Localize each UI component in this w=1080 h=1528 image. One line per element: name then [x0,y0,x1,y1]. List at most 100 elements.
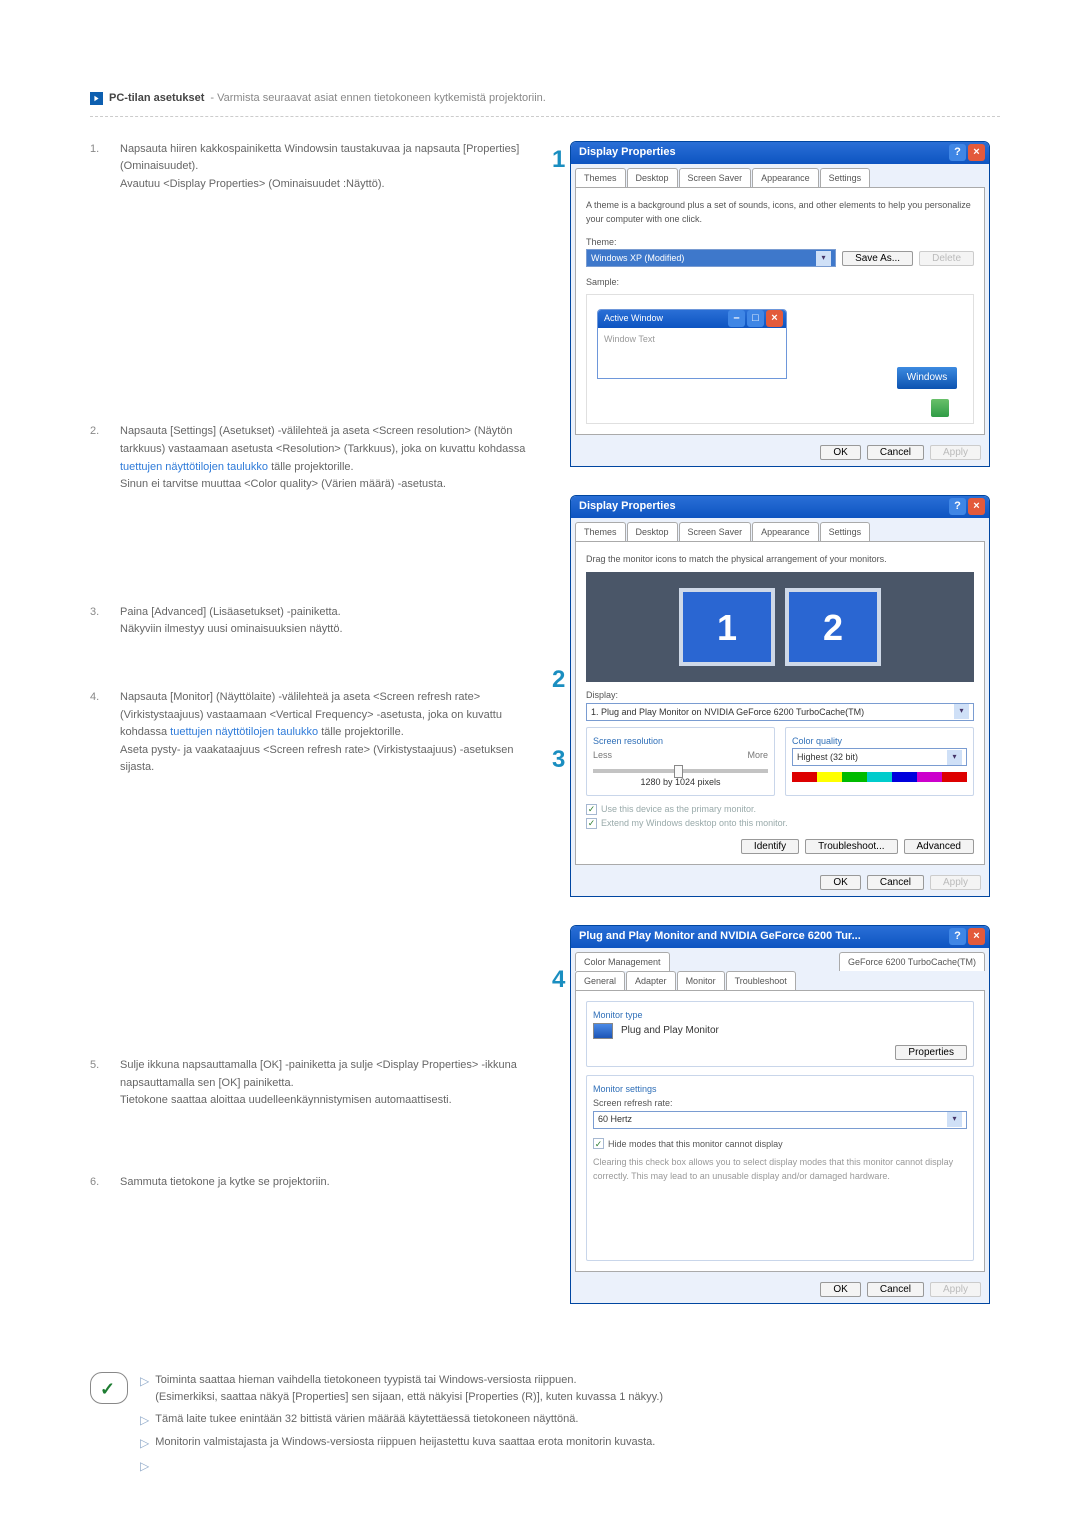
step-5: 5. Sulje ikkuna napsauttamalla [OK] -pai… [90,1057,550,1110]
tab-appearance[interactable]: Appearance [752,168,819,187]
ok-button[interactable]: OK [820,1282,860,1297]
tab-screensaver[interactable]: Screen Saver [679,168,752,187]
step-text: Avautuu <Display Properties> (Ominaisuud… [120,178,385,190]
help-icon[interactable]: ? [949,928,966,945]
maximize-icon: □ [747,310,764,327]
sample-label: Sample: [586,275,974,289]
bullet-icon: ▷ [140,1457,149,1476]
bullet-icon: ▷ [140,1372,149,1407]
help-icon[interactable]: ? [949,498,966,515]
resolution-slider[interactable] [593,769,768,773]
apply-button: Apply [930,875,981,890]
bullet-icon [90,92,103,105]
hide-modes-label: Hide modes that this monitor cannot disp… [608,1137,783,1151]
tab-desktop[interactable]: Desktop [627,522,678,541]
sample-window-text: Window Text [598,328,786,350]
cancel-button[interactable]: Cancel [867,1282,924,1297]
step-3: 3. Paina [Advanced] (Lisäasetukset) -pai… [90,604,550,639]
troubleshoot-button[interactable]: Troubleshoot... [805,839,897,854]
hide-modes-checkbox[interactable] [593,1138,604,1149]
step-1: 1. Napsauta hiiren kakkospainiketta Wind… [90,141,550,194]
tab-general[interactable]: General [575,971,625,990]
tab-settings[interactable]: Settings [820,522,871,541]
tab-themes[interactable]: Themes [575,168,626,187]
extend-desktop-checkbox [586,818,597,829]
step-text: Tietokone saattaa aloittaa uudelleenkäyn… [120,1094,452,1106]
color-quality-select[interactable]: Highest (32 bit) [792,748,967,766]
step-number: 6. [90,1174,108,1192]
tab-themes[interactable]: Themes [575,522,626,541]
monitor-icon [593,1023,613,1039]
step-text: tälle projektorille. [271,461,354,473]
save-as-button[interactable]: Save As... [842,251,913,266]
color-bar [792,772,967,782]
callout-3: 3 [552,741,565,779]
properties-button[interactable]: Properties [895,1045,967,1060]
supported-modes-link[interactable]: tuettujen näyttötilojen taulukko [170,726,318,738]
theme-value: Windows XP (Modified) [591,251,684,265]
tab-screensaver[interactable]: Screen Saver [679,522,752,541]
windows-logo: Windows [897,367,957,389]
less-label: Less [593,748,612,762]
monitor-arrangement[interactable]: 1 2 [586,572,974,682]
callout-2: 2 [552,661,565,699]
tab-color-management[interactable]: Color Management [575,952,670,971]
display-properties-themes-window: Display Properties ? × Themes Desktop Sc… [570,141,990,467]
themes-description: A theme is a background plus a set of so… [586,198,974,227]
display-value: 1. Plug and Play Monitor on NVIDIA GeFor… [591,705,864,719]
extend-desktop-label: Extend my Windows desktop onto this moni… [601,816,788,830]
step-number: 1. [90,141,108,194]
tab-desktop[interactable]: Desktop [627,168,678,187]
advanced-button[interactable]: Advanced [904,839,974,854]
color-quality-label: Color quality [792,734,967,748]
tab-geforce[interactable]: GeForce 6200 TurboCache(TM) [839,952,985,971]
drag-instruction: Drag the monitor icons to match the phys… [586,552,974,566]
refresh-rate-select[interactable]: 60 Hertz [593,1111,967,1129]
tab-monitor[interactable]: Monitor [677,971,725,990]
recycle-bin-icon [931,399,949,417]
tab-settings[interactable]: Settings [820,168,871,187]
step-number: 3. [90,604,108,639]
note-text: (Esimerkiksi, saattaa näkyä [Properties]… [155,1391,663,1403]
supported-modes-link[interactable]: tuettujen näyttötilojen taulukko [120,461,268,473]
tab-appearance[interactable]: Appearance [752,522,819,541]
step-text: Näkyviin ilmestyy uusi ominaisuuksien nä… [120,623,343,635]
identify-button[interactable]: Identify [741,839,799,854]
delete-button: Delete [919,251,974,266]
ok-button[interactable]: OK [820,445,860,460]
display-select[interactable]: 1. Plug and Play Monitor on NVIDIA GeFor… [586,703,974,721]
monitor-2[interactable]: 2 [785,588,881,666]
apply-button: Apply [930,445,981,460]
bullet-icon: ▷ [140,1411,149,1430]
refresh-rate-label: Screen refresh rate: [593,1096,967,1110]
apply-button: Apply [930,1282,981,1297]
cancel-button[interactable]: Cancel [867,445,924,460]
theme-select[interactable]: Windows XP (Modified) [586,249,836,267]
note-text: Tämä laite tukee enintään 32 bittistä vä… [155,1411,578,1430]
primary-monitor-checkbox [586,804,597,815]
refresh-rate-value: 60 Hertz [598,1112,632,1126]
monitor-type-value: Plug and Play Monitor [621,1023,719,1039]
sample-window-title: Active Window [604,311,663,325]
close-icon[interactable]: × [968,498,985,515]
help-icon[interactable]: ? [949,144,966,161]
tab-adapter[interactable]: Adapter [626,971,676,990]
step-number: 5. [90,1057,108,1110]
cancel-button[interactable]: Cancel [867,875,924,890]
more-label: More [747,748,768,762]
step-4: 4. Napsauta [Monitor] (Näyttölaite) -väl… [90,689,550,777]
heading-title: PC-tilan asetukset [109,90,204,108]
step-2: 2. Napsauta [Settings] (Asetukset) -väli… [90,423,550,493]
ok-button[interactable]: OK [820,875,860,890]
step-number: 2. [90,423,108,493]
step-text: Sinun ei tarvitse muuttaa <Color quality… [120,478,446,490]
callout-4: 4 [552,961,565,999]
step-text: Paina [Advanced] (Lisäasetukset) -painik… [120,606,341,618]
note-text: Toiminta saattaa hieman vaihdella tietok… [155,1374,576,1386]
close-icon[interactable]: × [968,144,985,161]
bullet-icon: ▷ [140,1434,149,1453]
chevron-down-icon [947,1112,962,1127]
close-icon[interactable]: × [968,928,985,945]
tab-troubleshoot[interactable]: Troubleshoot [726,971,796,990]
monitor-1[interactable]: 1 [679,588,775,666]
